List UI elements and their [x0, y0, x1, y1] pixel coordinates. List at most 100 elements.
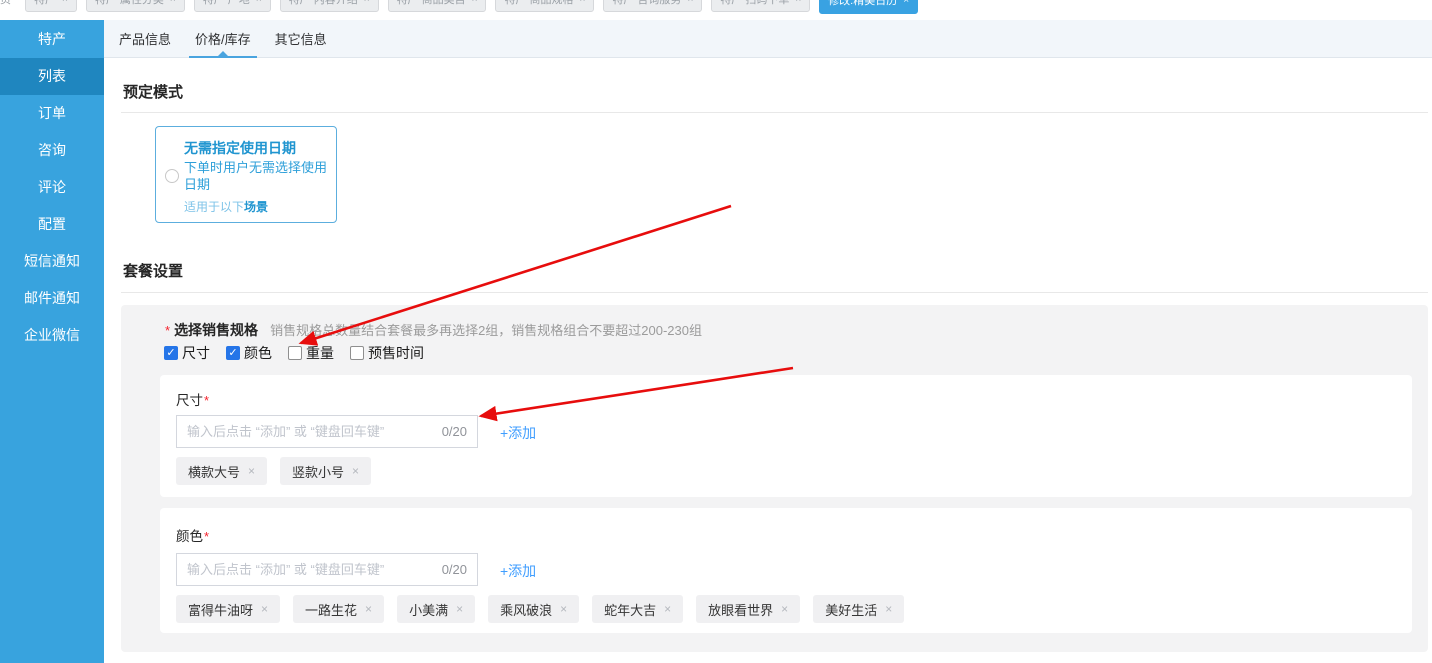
size-spec-input-box: 0/20: [176, 415, 478, 448]
color-spec-label: 颜色*: [176, 525, 209, 545]
nav-tab-origin[interactable]: 特产 产地 ×: [194, 0, 271, 12]
nav-tab-label: 特产 商品规格: [504, 0, 573, 12]
divider: [121, 112, 1428, 113]
color-tag[interactable]: 放眼看世界 ×: [696, 595, 800, 623]
close-icon[interactable]: ×: [795, 0, 801, 12]
tag-remove-icon[interactable]: ×: [365, 602, 372, 616]
tag-remove-icon[interactable]: ×: [456, 602, 463, 616]
checkbox-label: 预售时间: [368, 343, 424, 363]
nav-tab-label: 特产 产地: [203, 0, 250, 12]
tag-label: 富得牛油呀: [188, 600, 253, 619]
sidebar-item-email-notify[interactable]: 邮件通知: [0, 280, 104, 317]
tag-remove-icon[interactable]: ×: [352, 464, 359, 478]
checkbox-label: 重量: [306, 343, 334, 363]
close-icon[interactable]: ×: [170, 0, 176, 12]
nav-tab-product-spec[interactable]: 特产 商品规格 ×: [495, 0, 594, 12]
size-spec-input[interactable]: [177, 416, 442, 447]
sidebar-item-orders[interactable]: 订单: [0, 95, 104, 132]
tag-label: 美好生活: [825, 600, 877, 619]
tag-remove-icon[interactable]: ×: [560, 602, 567, 616]
checkbox-size[interactable]: [164, 346, 178, 360]
size-tag[interactable]: 竖款小号 ×: [280, 457, 371, 485]
required-asterisk: *: [165, 323, 170, 338]
close-icon[interactable]: ×: [903, 0, 909, 14]
nav-tab-attribute-category[interactable]: 特产 属性分类 ×: [86, 0, 185, 12]
nav-tab-product-category[interactable]: 特产 商品类目 ×: [388, 0, 487, 12]
label-text: 尺寸: [176, 393, 203, 408]
close-icon[interactable]: ×: [364, 0, 370, 12]
booking-mode-card[interactable]: 无需指定使用日期 下单时用户无需选择使用日期 适用于以下场景: [155, 126, 337, 223]
spec-select-hint: 销售规格总数量结合套餐最多再选择2组，销售规格组合不要超过200-230组: [270, 320, 702, 339]
tab-other-info[interactable]: 其它信息: [269, 20, 333, 57]
nav-tab-label: 主页: [0, 0, 11, 12]
sidebar-item-wecom[interactable]: 企业微信: [0, 317, 104, 354]
required-asterisk: *: [204, 529, 209, 544]
close-icon[interactable]: ×: [472, 0, 478, 12]
tag-label: 竖款小号: [292, 462, 344, 481]
label-text: 颜色: [176, 529, 203, 544]
nav-tab-home[interactable]: 主页: [0, 0, 16, 12]
nav-tab-edit-calendar[interactable]: 修改:精美日历 ×: [819, 0, 918, 14]
color-tag[interactable]: 小美满 ×: [397, 595, 475, 623]
package-settings-panel: * 选择销售规格 销售规格总数量结合套餐最多再选择2组，销售规格组合不要超过20…: [121, 305, 1428, 652]
checkbox-presale-time[interactable]: [350, 346, 364, 360]
divider: [121, 292, 1428, 293]
tab-price-stock[interactable]: 价格/库存: [189, 20, 257, 57]
nav-tab-consult-service[interactable]: 特产 咨询服务 ×: [603, 0, 702, 12]
close-icon[interactable]: ×: [62, 0, 68, 12]
sidebar-item-comments[interactable]: 评论: [0, 169, 104, 206]
nav-tab-special[interactable]: 特产 ×: [25, 0, 77, 12]
note-strong: 场景: [244, 200, 268, 214]
tag-label: 横款大号: [188, 462, 240, 481]
booking-mode-card-desc: 下单时用户无需选择使用日期: [184, 159, 330, 193]
checkbox-group-weight[interactable]: 重量: [288, 343, 334, 363]
sidebar-item-sms-notify[interactable]: 短信通知: [0, 243, 104, 280]
sidebar-item-config[interactable]: 配置: [0, 206, 104, 243]
checkbox-weight[interactable]: [288, 346, 302, 360]
size-spec-label: 尺寸*: [176, 389, 209, 409]
note-prefix: 适用于以下: [184, 200, 244, 214]
color-spec-input[interactable]: [177, 554, 442, 585]
color-tag[interactable]: 一路生花 ×: [293, 595, 384, 623]
color-spec-panel: 颜色* 0/20 +添加 富得牛油呀 × 一路生花 × 小美满 × 乘风破浪 ×: [160, 508, 1412, 633]
close-icon[interactable]: ×: [256, 0, 262, 12]
required-asterisk: *: [204, 393, 209, 408]
size-add-button[interactable]: +添加: [500, 423, 536, 443]
nav-tab-scan-order[interactable]: 特产 扫码下单 ×: [711, 0, 810, 12]
tag-label: 乘风破浪: [500, 600, 552, 619]
spec-select-label: 选择销售规格: [174, 320, 258, 340]
size-tag-row: 横款大号 × 竖款小号 ×: [176, 457, 371, 485]
close-icon[interactable]: ×: [580, 0, 586, 12]
booking-mode-radio[interactable]: [165, 169, 179, 183]
color-tag[interactable]: 蛇年大吉 ×: [592, 595, 683, 623]
checkbox-group-color[interactable]: 颜色: [226, 343, 272, 363]
tag-remove-icon[interactable]: ×: [664, 602, 671, 616]
tab-product-info[interactable]: 产品信息: [113, 20, 177, 57]
tag-remove-icon[interactable]: ×: [885, 602, 892, 616]
close-icon[interactable]: ×: [687, 0, 693, 12]
booking-mode-card-title: 无需指定使用日期: [184, 138, 296, 158]
sidebar-item-inquiry[interactable]: 咨询: [0, 132, 104, 169]
nav-tab-content-intro[interactable]: 特产 内容介绍 ×: [280, 0, 379, 12]
tag-remove-icon[interactable]: ×: [248, 464, 255, 478]
nav-tab-label: 修改:精美日历: [828, 0, 897, 14]
nav-tab-label: 特产 扫码下单: [720, 0, 789, 12]
sidebar-item-special[interactable]: 特产: [0, 20, 104, 58]
sidebar-item-list[interactable]: 列表: [0, 58, 104, 95]
tag-remove-icon[interactable]: ×: [781, 602, 788, 616]
color-tag[interactable]: 富得牛油呀 ×: [176, 595, 280, 623]
checkbox-color[interactable]: [226, 346, 240, 360]
size-spec-panel: 尺寸* 0/20 +添加 横款大号 × 竖款小号 ×: [160, 375, 1412, 497]
color-spec-input-box: 0/20: [176, 553, 478, 586]
color-tag[interactable]: 美好生活 ×: [813, 595, 904, 623]
nav-tab-label: 特产 商品类目: [397, 0, 466, 12]
color-tag[interactable]: 乘风破浪 ×: [488, 595, 579, 623]
size-tag[interactable]: 横款大号 ×: [176, 457, 267, 485]
checkbox-group-presale-time[interactable]: 预售时间: [350, 343, 424, 363]
tag-remove-icon[interactable]: ×: [261, 602, 268, 616]
spec-checkbox-row: 尺寸 颜色 重量 预售时间: [164, 343, 424, 363]
color-add-button[interactable]: +添加: [500, 561, 536, 581]
tag-label: 放眼看世界: [708, 600, 773, 619]
checkbox-group-size[interactable]: 尺寸: [164, 343, 210, 363]
checkbox-label: 尺寸: [182, 343, 210, 363]
